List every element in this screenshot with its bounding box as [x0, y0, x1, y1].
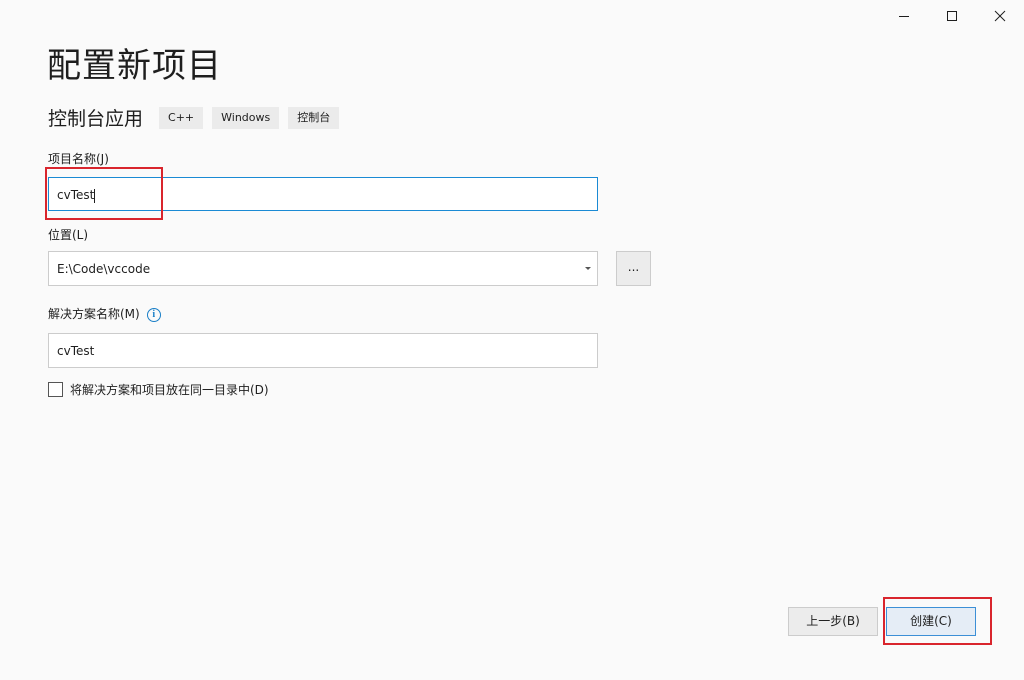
location-value: E:\Code\vccode — [57, 262, 151, 276]
project-name-label: 项目名称(J) — [48, 152, 109, 166]
maximize-icon — [947, 11, 957, 21]
same-directory-option[interactable]: 将解决方案和项目放在同一目录中(D) — [48, 381, 269, 398]
solution-name-label-row: 解决方案名称(M) i — [48, 305, 161, 322]
tag-console: 控制台 — [288, 106, 340, 129]
tag-windows: Windows — [212, 106, 280, 129]
tag-cpp: C++ — [159, 106, 204, 129]
location-combobox[interactable]: E:\Code\vccode — [48, 251, 598, 286]
same-directory-label: 将解决方案和项目放在同一目录中(D) — [70, 383, 269, 397]
project-name-value: cvTest — [57, 188, 95, 202]
minimize-button[interactable] — [880, 0, 928, 32]
solution-name-input[interactable]: cvTest — [48, 333, 598, 368]
project-name-input[interactable]: cvTest — [48, 177, 598, 211]
create-button[interactable]: 创建(C) — [886, 607, 976, 636]
template-name: 控制台应用 — [48, 108, 144, 130]
solution-name-label: 解决方案名称(M) — [48, 307, 140, 321]
page-title: 配置新项目 — [47, 46, 222, 86]
close-button[interactable] — [976, 0, 1024, 32]
maximize-button[interactable] — [928, 0, 976, 32]
location-label: 位置(L) — [48, 228, 89, 242]
window-controls — [880, 0, 1024, 32]
info-icon[interactable]: i — [146, 307, 161, 322]
minimize-icon — [899, 16, 909, 17]
text-caret — [94, 188, 96, 203]
template-info: 控制台应用 C++ Windows 控制台 — [48, 104, 348, 131]
same-directory-checkbox[interactable] — [48, 382, 63, 397]
solution-name-value: cvTest — [57, 344, 95, 358]
back-button[interactable]: 上一步(B) — [788, 607, 878, 636]
chevron-down-icon[interactable] — [585, 267, 591, 270]
close-icon — [994, 10, 1006, 22]
browse-button[interactable]: ... — [616, 251, 651, 286]
